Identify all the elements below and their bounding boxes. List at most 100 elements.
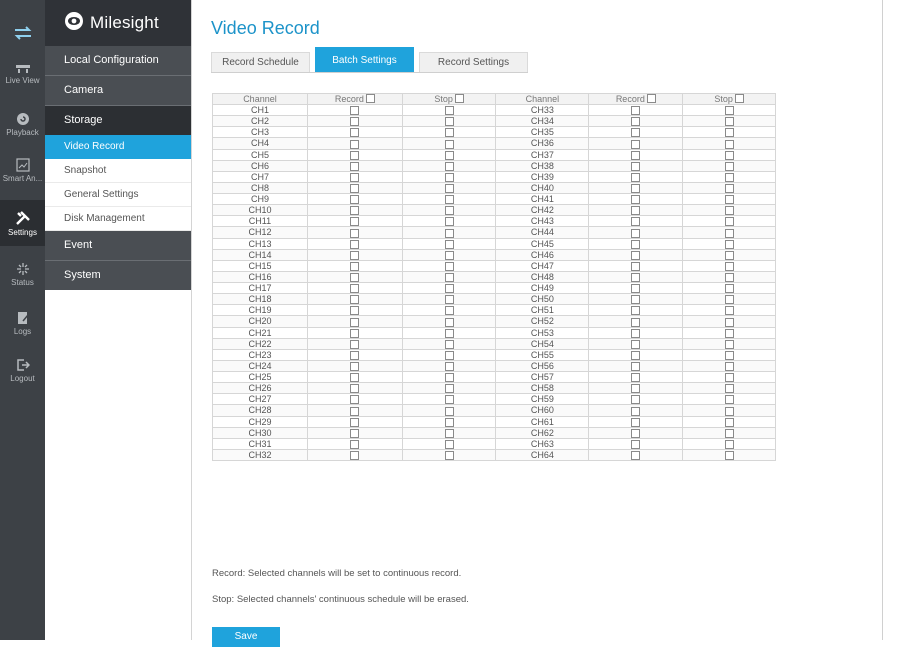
record-checkbox[interactable] — [350, 350, 360, 360]
record-checkbox[interactable] — [350, 217, 360, 227]
record-all-right-checkbox[interactable] — [646, 94, 656, 103]
record-checkbox[interactable] — [350, 206, 360, 216]
stop-checkbox[interactable] — [724, 439, 734, 449]
record-checkbox[interactable] — [350, 273, 360, 282]
record-checkbox[interactable] — [350, 128, 360, 138]
stop-checkbox[interactable] — [724, 350, 734, 360]
record-checkbox[interactable] — [350, 373, 360, 383]
stop-checkbox[interactable] — [724, 106, 734, 116]
record-checkbox[interactable] — [350, 362, 360, 371]
stop-checkbox[interactable] — [444, 117, 454, 127]
stop-checkbox[interactable] — [724, 206, 734, 216]
record-checkbox[interactable] — [350, 250, 360, 260]
menu-sub-video-record[interactable]: Video Record — [45, 135, 191, 159]
menu-local-configuration[interactable]: Local Configuration — [45, 46, 191, 75]
stop-checkbox[interactable] — [444, 428, 454, 438]
stop-checkbox[interactable] — [444, 317, 454, 327]
stop-checkbox[interactable] — [444, 228, 454, 238]
record-checkbox[interactable] — [350, 439, 360, 449]
record-checkbox[interactable] — [631, 328, 641, 338]
record-checkbox[interactable] — [631, 451, 641, 460]
record-checkbox[interactable] — [631, 306, 641, 316]
record-checkbox[interactable] — [631, 261, 641, 271]
record-checkbox[interactable] — [350, 228, 360, 238]
record-checkbox[interactable] — [631, 395, 641, 405]
record-checkbox[interactable] — [350, 328, 360, 338]
rail-item-settings[interactable]: Settings — [0, 200, 45, 246]
stop-checkbox[interactable] — [724, 161, 734, 171]
record-checkbox[interactable] — [350, 295, 360, 305]
record-checkbox[interactable] — [631, 217, 641, 227]
stop-checkbox[interactable] — [724, 317, 734, 327]
stop-checkbox[interactable] — [444, 373, 454, 383]
record-checkbox[interactable] — [631, 128, 641, 138]
record-checkbox[interactable] — [350, 284, 360, 294]
stop-checkbox[interactable] — [444, 206, 454, 216]
record-checkbox[interactable] — [631, 228, 641, 238]
rail-item-live-view[interactable]: Live View — [0, 64, 45, 85]
record-checkbox[interactable] — [350, 417, 360, 427]
stop-checkbox[interactable] — [444, 161, 454, 171]
menu-camera[interactable]: Camera — [45, 76, 191, 105]
stop-checkbox[interactable] — [724, 417, 734, 427]
record-checkbox[interactable] — [631, 384, 641, 394]
stop-checkbox[interactable] — [724, 284, 734, 294]
stop-checkbox[interactable] — [724, 451, 734, 460]
record-checkbox[interactable] — [350, 261, 360, 271]
menu-storage[interactable]: Storage — [45, 106, 191, 135]
stop-checkbox[interactable] — [724, 339, 734, 349]
rail-item-toggle[interactable] — [0, 26, 45, 42]
stop-checkbox[interactable] — [724, 184, 734, 193]
stop-checkbox[interactable] — [444, 261, 454, 271]
stop-checkbox[interactable] — [724, 228, 734, 238]
stop-checkbox[interactable] — [444, 339, 454, 349]
stop-checkbox[interactable] — [724, 428, 734, 438]
record-checkbox[interactable] — [631, 284, 641, 294]
record-checkbox[interactable] — [350, 117, 360, 127]
stop-checkbox[interactable] — [724, 150, 734, 160]
record-checkbox[interactable] — [631, 139, 641, 149]
stop-checkbox[interactable] — [724, 128, 734, 138]
rail-item-status[interactable]: Status — [0, 262, 45, 287]
stop-checkbox[interactable] — [444, 172, 454, 182]
stop-checkbox[interactable] — [724, 172, 734, 182]
record-checkbox[interactable] — [631, 206, 641, 216]
record-checkbox[interactable] — [631, 317, 641, 327]
record-checkbox[interactable] — [350, 395, 360, 405]
record-checkbox[interactable] — [631, 161, 641, 171]
stop-checkbox[interactable] — [444, 195, 454, 205]
stop-checkbox[interactable] — [724, 306, 734, 316]
record-checkbox[interactable] — [631, 406, 641, 416]
stop-checkbox[interactable] — [724, 395, 734, 405]
record-checkbox[interactable] — [350, 339, 360, 349]
stop-checkbox[interactable] — [444, 451, 454, 460]
record-checkbox[interactable] — [631, 250, 641, 260]
stop-checkbox[interactable] — [444, 306, 454, 316]
stop-checkbox[interactable] — [444, 406, 454, 416]
record-checkbox[interactable] — [350, 184, 360, 193]
tab-record-settings[interactable]: Record Settings — [419, 52, 528, 73]
record-checkbox[interactable] — [350, 306, 360, 316]
stop-checkbox[interactable] — [444, 217, 454, 227]
stop-checkbox[interactable] — [444, 184, 454, 193]
stop-checkbox[interactable] — [444, 350, 454, 360]
record-checkbox[interactable] — [631, 273, 641, 282]
stop-checkbox[interactable] — [444, 295, 454, 305]
stop-checkbox[interactable] — [444, 384, 454, 394]
save-button[interactable]: Save — [212, 627, 280, 647]
stop-checkbox[interactable] — [444, 362, 454, 371]
record-checkbox[interactable] — [350, 139, 360, 149]
stop-all-right-checkbox[interactable] — [734, 94, 744, 103]
record-checkbox[interactable] — [631, 195, 641, 205]
record-checkbox[interactable] — [631, 439, 641, 449]
record-checkbox[interactable] — [350, 406, 360, 416]
stop-checkbox[interactable] — [724, 373, 734, 383]
record-checkbox[interactable] — [350, 150, 360, 160]
menu-sub-general-settings[interactable]: General Settings — [45, 183, 191, 207]
stop-checkbox[interactable] — [724, 117, 734, 127]
record-checkbox[interactable] — [631, 150, 641, 160]
rail-item-logout[interactable]: Logout — [0, 358, 45, 383]
rail-item-playback[interactable]: Playback — [0, 112, 45, 137]
stop-checkbox[interactable] — [444, 128, 454, 138]
record-checkbox[interactable] — [631, 428, 641, 438]
